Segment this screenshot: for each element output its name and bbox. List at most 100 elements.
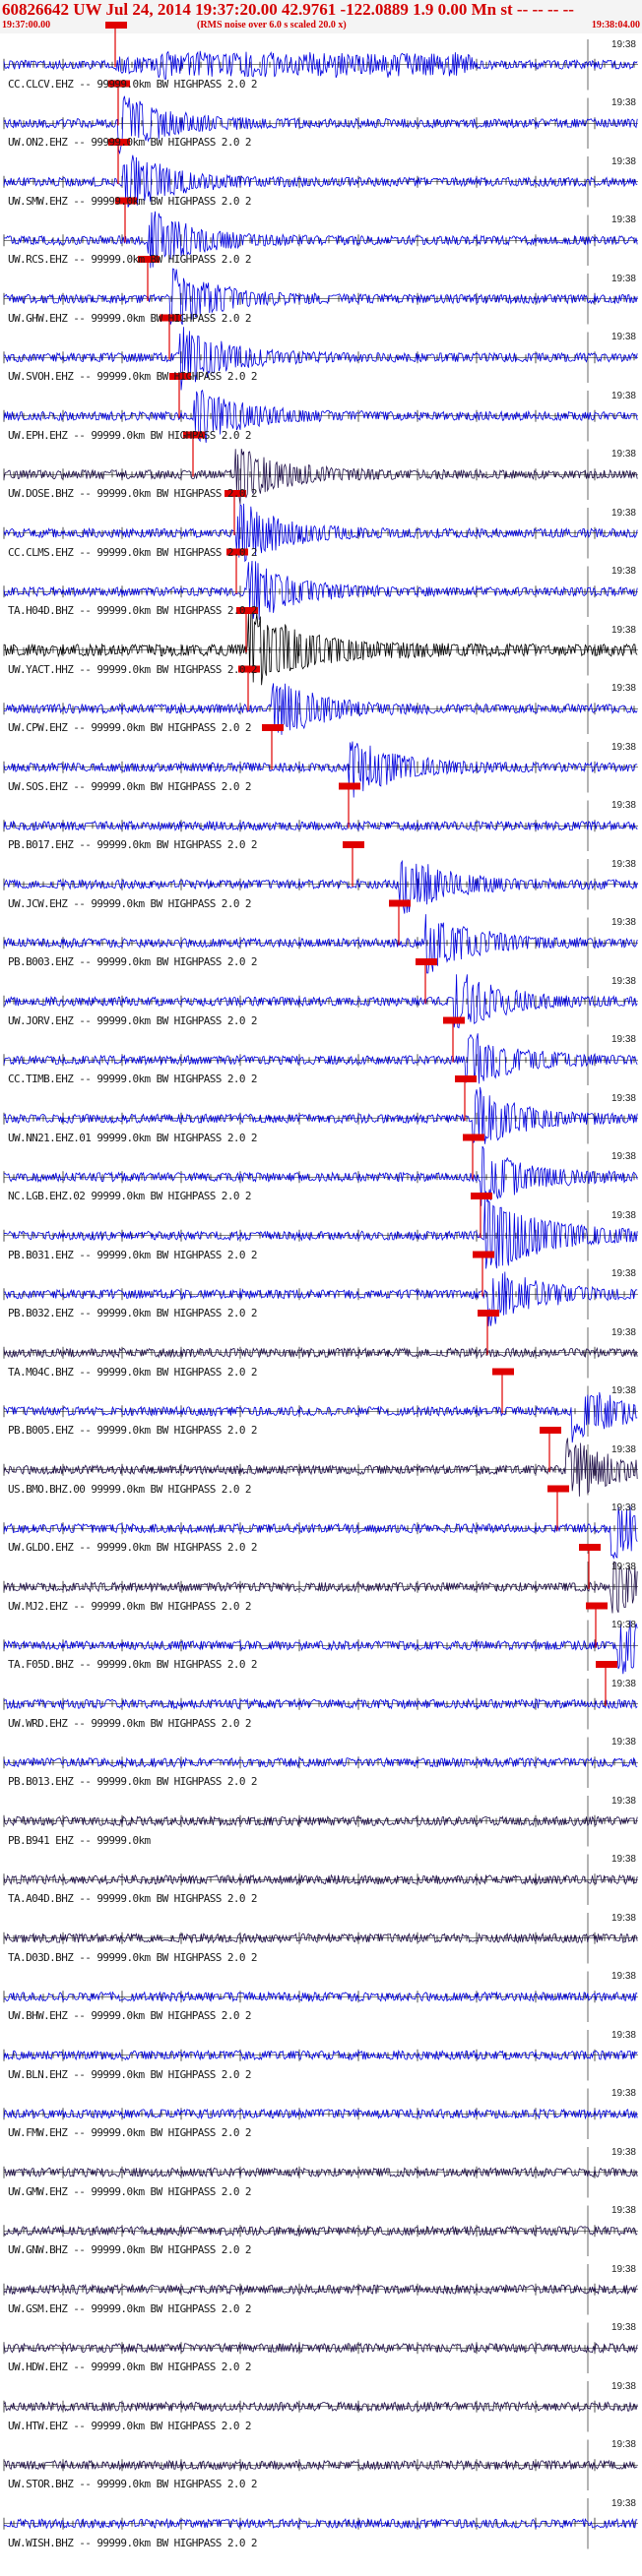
station-label: UW.RCS.EHZ -- 99999.0km BW HIGHPASS 2.0 …	[8, 253, 252, 266]
trace-panel: UW.WRD.EHZ -- 99999.0km BW HIGHPASS 2.0 …	[0, 1675, 642, 1734]
minute-label: 19:38	[610, 1561, 636, 1572]
station-label: UW.CPW.EHZ -- 99999.0km BW HIGHPASS 2.0 …	[8, 721, 252, 734]
minute-label: 19:38	[610, 2029, 636, 2041]
trace-panel: UW.WISH.BHZ -- 99999.0km BW HIGHPASS 2.0…	[0, 2494, 642, 2553]
minute-label: 19:38	[610, 2497, 636, 2509]
trace-panel: UW.JCW.EHZ -- 99999.0km BW HIGHPASS 2.0 …	[0, 855, 642, 914]
station-label: PB.B017.EHZ -- 99999.0km BW HIGHPASS 2.0…	[8, 838, 258, 851]
trace-panel: UW.STOR.BHZ -- 99999.0km BW HIGHPASS 2.0…	[0, 2436, 642, 2495]
station-label: CC.CLCV.EHZ -- 99999.0km BW HIGHPASS 2.0…	[8, 77, 258, 91]
trace-panel: UW.HTW.EHZ -- 99999.0km BW HIGHPASS 2.0 …	[0, 2377, 642, 2436]
minute-label: 19:38	[610, 624, 636, 636]
trace-panel: CC.CLMS.EHZ -- 99999.0km BW HIGHPASS 2.0…	[0, 504, 642, 563]
station-label: NC.LGB.EHZ.02 99999.0km BW HIGHPASS 2.0 …	[8, 1190, 252, 1202]
station-label: UW.BHW.EHZ -- 99999.0km BW HIGHPASS 2.0 …	[8, 2009, 252, 2022]
minute-label: 19:38	[610, 1268, 636, 1280]
trace-panel: TA.M04C.BHZ -- 99999.0km BW HIGHPASS 2.0…	[0, 1323, 642, 1382]
minute-label: 19:38	[610, 332, 636, 343]
trace-panel: PB.B941 EHZ -- 99999.0km 19:38	[0, 1792, 642, 1851]
minute-label: 19:38	[610, 2088, 636, 2100]
trace-panel: UW.GSM.EHZ -- 99999.0km BW HIGHPASS 2.0 …	[0, 2260, 642, 2319]
station-label: PB.B032.EHZ -- 99999.0km BW HIGHPASS 2.0…	[8, 1307, 258, 1319]
station-label: PB.B005.EHZ -- 99999.0km BW HIGHPASS 2.0…	[8, 1424, 258, 1437]
trace-panel: UW.EPH.EHZ -- 99999.0km BW HIGHPASS 2.0 …	[0, 387, 642, 446]
minute-label: 19:38	[610, 1795, 636, 1807]
minute-label: 19:38	[610, 1385, 636, 1397]
trace-panel: PB.B017.EHZ -- 99999.0km BW HIGHPASS 2.0…	[0, 797, 642, 856]
station-label: UW.GSM.EHZ -- 99999.0km BW HIGHPASS 2.0 …	[8, 2301, 252, 2315]
trace-panel: UW.MJ2.EHZ -- 99999.0km BW HIGHPASS 2.0 …	[0, 1558, 642, 1617]
minute-label: 19:38	[610, 449, 636, 460]
minute-label: 19:38	[610, 507, 636, 519]
minute-label: 19:38	[610, 1971, 636, 1983]
minute-label: 19:38	[610, 2380, 636, 2392]
trace-panel: UW.GLDO.EHZ -- 99999.0km BW HIGHPASS 2.0…	[0, 1500, 642, 1559]
minute-label: 19:38	[610, 38, 636, 50]
station-label: UW.SOS.EHZ -- 99999.0km BW HIGHPASS 2.0 …	[8, 779, 252, 793]
station-label: UW.SVOH.EHZ -- 99999.0km BW HIGHPASS 2.0…	[8, 370, 258, 383]
station-label: TA.M04C.BHZ -- 99999.0km BW HIGHPASS 2.0…	[8, 1365, 258, 1379]
trace-panel: NC.LGB.EHZ.02 99999.0km BW HIGHPASS 2.0 …	[0, 1148, 642, 1207]
minute-label: 19:38	[610, 1151, 636, 1163]
minute-label: 19:38	[610, 1737, 636, 1748]
minute-label: 19:38	[610, 1209, 636, 1221]
minute-label: 19:38	[610, 215, 636, 226]
trace-panel: UW.CPW.EHZ -- 99999.0km BW HIGHPASS 2.0 …	[0, 680, 642, 739]
station-label: US.BMO.BHZ.00 99999.0km BW HIGHPASS 2.0 …	[8, 1482, 252, 1496]
station-label: UW.STOR.BHZ -- 99999.0km BW HIGHPASS 2.0…	[8, 2478, 258, 2490]
minute-label: 19:38	[610, 1912, 636, 1924]
station-label: PB.B003.EHZ -- 99999.0km BW HIGHPASS 2.0…	[8, 955, 258, 968]
minute-label: 19:38	[610, 1620, 636, 1631]
trace-panel: TA.F05D.BHZ -- 99999.0km BW HIGHPASS 2.0…	[0, 1617, 642, 1676]
station-label: TA.D03D.BHZ -- 99999.0km BW HIGHPASS 2.0…	[8, 1950, 258, 1964]
station-label: UW.MJ2.EHZ -- 99999.0km BW HIGHPASS 2.0 …	[8, 1599, 252, 1613]
minute-label: 19:38	[610, 683, 636, 695]
station-label: TA.H04D.BHZ -- 99999.0km BW HIGHPASS 2.0…	[8, 604, 258, 617]
station-label: PB.B941 EHZ -- 99999.0km	[8, 1833, 151, 1847]
trace-panel: UW.YACT.HHZ -- 99999.0km BW HIGHPASS 2.0…	[0, 621, 642, 680]
station-label: TA.F05D.BHZ -- 99999.0km BW HIGHPASS 2.0…	[8, 1658, 258, 1671]
station-label: UW.NN21.EHZ.01 99999.0km BW HIGHPASS 2.0…	[8, 1131, 258, 1144]
station-label: CC.TIMB.EHZ -- 99999.0km BW HIGHPASS 2.0…	[8, 1073, 258, 1085]
minute-label: 19:38	[610, 390, 636, 401]
trace-panel: UW.SVOH.EHZ -- 99999.0km BW HIGHPASS 2.0…	[0, 329, 642, 388]
minute-label: 19:38	[610, 975, 636, 987]
station-label: UW.BLN.EHZ -- 99999.0km BW HIGHPASS 2.0 …	[8, 2067, 252, 2081]
trace-panel: UW.GNW.BHZ -- 99999.0km BW HIGHPASS 2.0 …	[0, 2202, 642, 2261]
station-label: UW.DOSE.BHZ -- 99999.0km BW HIGHPASS 2.0…	[8, 487, 258, 500]
trace-panel: CC.CLCV.EHZ -- 99999.0km BW HIGHPASS 2.0…	[0, 35, 642, 94]
trace-panel: UW.NN21.EHZ.01 99999.0km BW HIGHPASS 2.0…	[0, 1089, 642, 1148]
minute-label: 19:38	[610, 1326, 636, 1338]
trace-panel: UW.BHW.EHZ -- 99999.0km BW HIGHPASS 2.0 …	[0, 1968, 642, 2027]
station-label: UW.ON2.EHZ -- 99999.0km BW HIGHPASS 2.0 …	[8, 136, 252, 149]
minute-label: 19:38	[610, 800, 636, 812]
trace-panel: TA.H04D.BHZ -- 99999.0km BW HIGHPASS 2.0…	[0, 563, 642, 622]
trace-panel: UW.RCS.EHZ -- 99999.0km BW HIGHPASS 2.0 …	[0, 212, 642, 271]
minute-label: 19:38	[610, 2146, 636, 2158]
trace-panel: UW.HDW.EHZ -- 99999.0km BW HIGHPASS 2.0 …	[0, 2319, 642, 2378]
station-label: UW.GLDO.EHZ -- 99999.0km BW HIGHPASS 2.0…	[8, 1541, 258, 1554]
trace-panel: UW.BLN.EHZ -- 99999.0km BW HIGHPASS 2.0 …	[0, 2026, 642, 2085]
station-label: UW.GHW.EHZ -- 99999.0km BW HIGHPASS 2.0 …	[8, 311, 252, 325]
station-label: CC.CLMS.EHZ -- 99999.0km BW HIGHPASS 2.0…	[8, 545, 258, 559]
minute-label: 19:38	[610, 2322, 636, 2334]
station-label: PB.B031.EHZ -- 99999.0km BW HIGHPASS 2.0…	[8, 1248, 258, 1261]
minute-label: 19:38	[610, 155, 636, 167]
station-label: UW.GNW.BHZ -- 99999.0km BW HIGHPASS 2.0 …	[8, 2243, 252, 2256]
minute-label: 19:38	[610, 1854, 636, 1866]
minute-label: 19:38	[610, 917, 636, 929]
trace-panel: UW.SMW.EHZ -- 99999.0km BW HIGHPASS 2.0 …	[0, 153, 642, 212]
trace-panel: CC.TIMB.EHZ -- 99999.0km BW HIGHPASS 2.0…	[0, 1031, 642, 1090]
station-label: UW.JORV.EHZ -- 99999.0km BW HIGHPASS 2.0…	[8, 1013, 258, 1027]
trace-panel: PB.B013.EHZ -- 99999.0km BW HIGHPASS 2.0…	[0, 1734, 642, 1793]
minute-label: 19:38	[610, 97, 636, 109]
minute-label: 19:38	[610, 741, 636, 753]
station-label: UW.EPH.EHZ -- 99999.0km BW HIGHPASS 2.0 …	[8, 428, 252, 442]
trace-panel: UW.DOSE.BHZ -- 99999.0km BW HIGHPASS 2.0…	[0, 446, 642, 505]
trace-panel: PB.B032.EHZ -- 99999.0km BW HIGHPASS 2.0…	[0, 1265, 642, 1324]
station-label: PB.B013.EHZ -- 99999.0km BW HIGHPASS 2.0…	[8, 1775, 258, 1788]
trace-panel: PB.B003.EHZ -- 99999.0km BW HIGHPASS 2.0…	[0, 914, 642, 973]
trace-panel: US.BMO.BHZ.00 99999.0km BW HIGHPASS 2.0 …	[0, 1441, 642, 1500]
trace-panel: PB.B031.EHZ -- 99999.0km BW HIGHPASS 2.0…	[0, 1206, 642, 1265]
minute-label: 19:38	[610, 1092, 636, 1104]
